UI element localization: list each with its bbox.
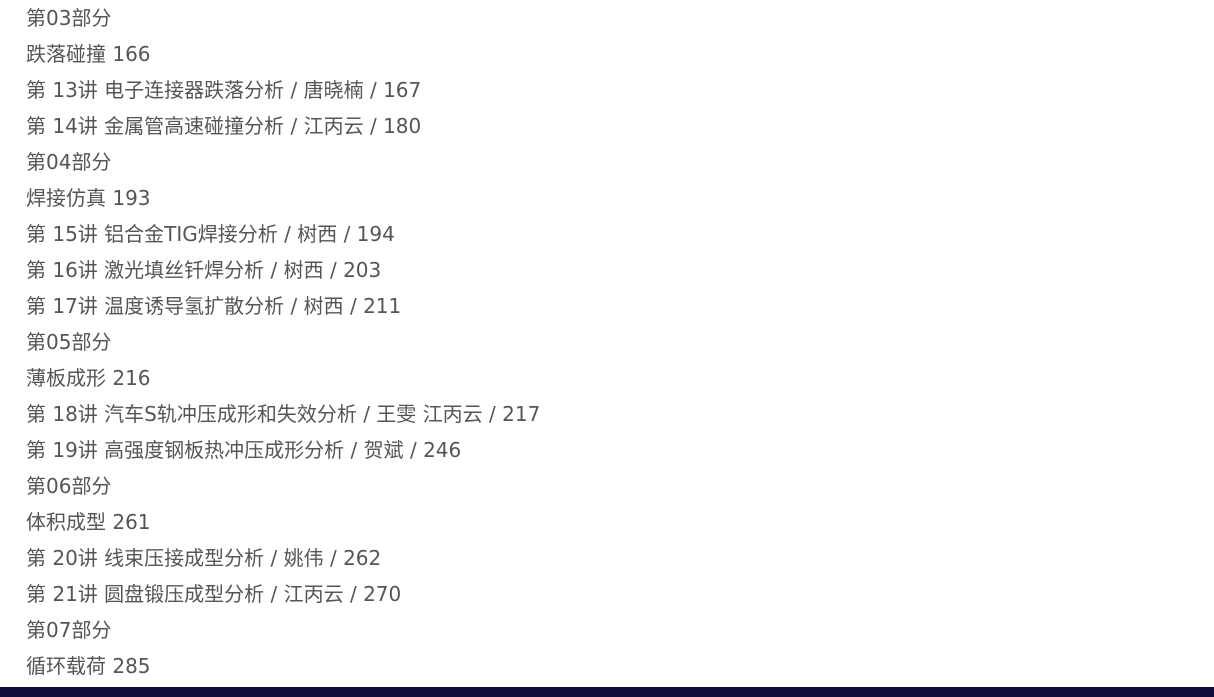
toc-section-heading: 循环载荷 285 (26, 654, 151, 678)
toc-part-heading: 第07部分 (26, 618, 112, 642)
table-of-contents: 第03部分 跌落碰撞 166 第 13讲 电子连接器跌落分析 / 唐晓楠 / 1… (26, 0, 540, 684)
toc-lecture-entry: 第 19讲 高强度钢板热冲压成形分析 / 贺斌 / 246 (26, 438, 462, 462)
toc-section-heading: 薄板成形 216 (26, 366, 151, 390)
toc-part-heading: 第03部分 (26, 6, 112, 30)
toc-lecture-entry: 第 15讲 铝合金TIG焊接分析 / 树西 / 194 (26, 222, 395, 246)
toc-part-heading: 第06部分 (26, 474, 112, 498)
toc-lecture-entry: 第 20讲 线束压接成型分析 / 姚伟 / 262 (26, 546, 382, 570)
bottom-bar (0, 687, 1214, 697)
toc-part-heading: 第05部分 (26, 330, 112, 354)
toc-lecture-entry: 第 14讲 金属管高速碰撞分析 / 江丙云 / 180 (26, 114, 422, 138)
toc-lecture-entry: 第 13讲 电子连接器跌落分析 / 唐晓楠 / 167 (26, 78, 422, 102)
toc-lecture-entry: 第 21讲 圆盘锻压成型分析 / 江丙云 / 270 (26, 582, 402, 606)
toc-lecture-entry: 第 18讲 汽车S轨冲压成形和失效分析 / 王雯 江丙云 / 217 (26, 402, 541, 426)
toc-lecture-entry: 第 16讲 激光填丝钎焊分析 / 树西 / 203 (26, 258, 382, 282)
toc-part-heading: 第04部分 (26, 150, 112, 174)
toc-section-heading: 焊接仿真 193 (26, 186, 151, 210)
toc-section-heading: 跌落碰撞 166 (26, 42, 151, 66)
toc-section-heading: 体积成型 261 (26, 510, 151, 534)
document-page: 第03部分 跌落碰撞 166 第 13讲 电子连接器跌落分析 / 唐晓楠 / 1… (0, 0, 1214, 697)
toc-lecture-entry: 第 17讲 温度诱导氢扩散分析 / 树西 / 211 (26, 294, 402, 318)
